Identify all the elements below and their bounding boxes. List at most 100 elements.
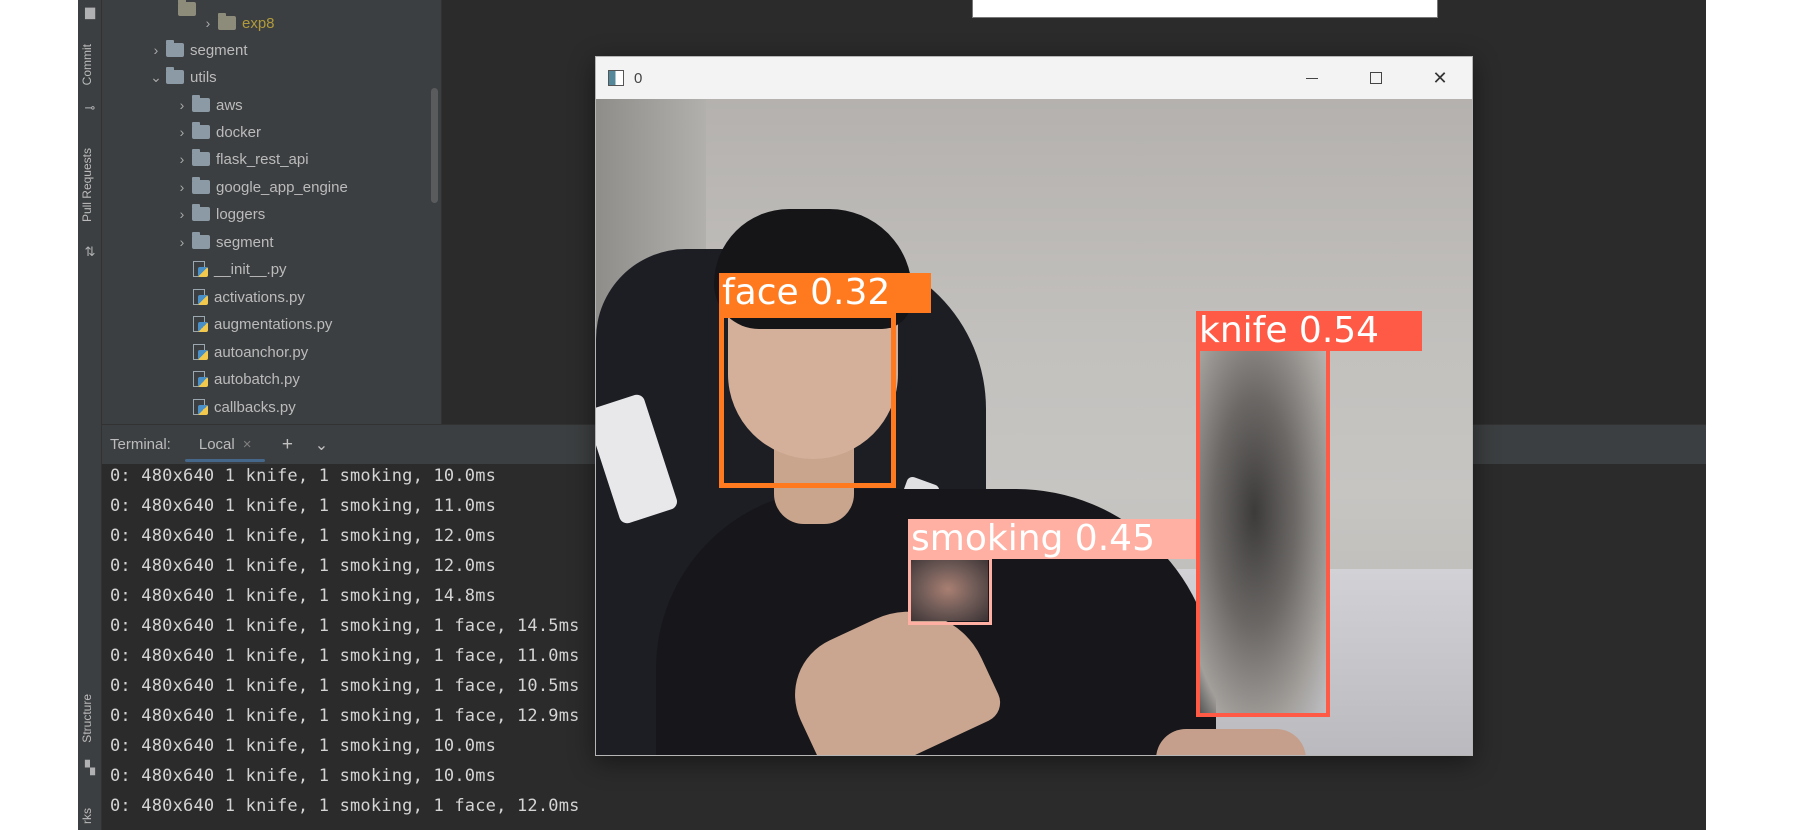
tree-item-activations-py[interactable]: activations.py xyxy=(192,284,305,310)
pull-request-icon[interactable]: ⇅ xyxy=(82,244,98,260)
window-title: 0 xyxy=(634,69,643,87)
commit-tool-tab[interactable]: Commit xyxy=(80,44,94,85)
python-file-icon xyxy=(192,260,208,278)
tree-item-segment-utils[interactable]: › segment xyxy=(172,229,274,255)
knife-detection-label: knife 0.54 xyxy=(1196,311,1422,351)
python-file-icon xyxy=(192,315,208,333)
chevron-down-icon[interactable]: ⌄ xyxy=(146,69,166,86)
folder-icon xyxy=(178,0,196,16)
bookmarks-tool-tab[interactable]: rks xyxy=(80,808,94,824)
opencv-window[interactable]: 0 ✕ face 0.32 knife 0.54 smoking 0.45 xyxy=(595,56,1473,756)
folder-icon xyxy=(192,177,210,194)
app-icon xyxy=(608,70,624,86)
folder-icon xyxy=(218,13,236,30)
window-titlebar[interactable]: 0 ✕ xyxy=(596,57,1472,99)
left-tool-strip: ▆ Commit ⊸ Pull Requests ⇅ Structure ▚ r… xyxy=(78,0,102,830)
tree-item-callbacks-py[interactable]: callbacks.py xyxy=(192,394,296,420)
tree-item-label: augmentations.py xyxy=(214,315,333,333)
tree-item-google-app-engine[interactable]: › google_app_engine xyxy=(172,174,348,200)
folder-icon xyxy=(192,149,210,166)
tree-item-exp8[interactable]: › exp8 xyxy=(198,10,275,36)
smoking-detection-box xyxy=(908,557,992,625)
tree-item-label: google_app_engine xyxy=(216,178,348,196)
tree-item-utils[interactable]: ⌄ utils xyxy=(146,64,217,90)
python-file-icon xyxy=(192,398,208,416)
chevron-down-icon[interactable]: ⌄ xyxy=(311,435,331,455)
tree-item-augmentations-py[interactable]: augmentations.py xyxy=(192,311,332,337)
terminal-line: 0: 480x640 1 knife, 1 smoking, 1 face, 1… xyxy=(110,616,580,636)
tree-item-autoanchor-py[interactable]: autoanchor.py xyxy=(192,339,308,365)
folder-icon xyxy=(192,95,210,112)
terminal-line: 0: 480x640 1 knife, 1 smoking, 14.8ms xyxy=(110,586,497,606)
tree-item-label: docker xyxy=(216,123,262,141)
chevron-right-icon[interactable]: › xyxy=(172,124,192,140)
camera-frame: face 0.32 knife 0.54 smoking 0.45 xyxy=(596,99,1472,755)
face-detection-label: face 0.32 xyxy=(719,273,931,313)
tree-item-label: autoanchor.py xyxy=(214,343,309,361)
tree-item-exp-partial[interactable] xyxy=(158,0,202,22)
python-file-icon xyxy=(192,343,208,361)
structure-icon[interactable]: ▚ xyxy=(82,760,98,776)
python-file-icon xyxy=(192,370,208,388)
minimize-button[interactable] xyxy=(1280,57,1344,99)
python-file-icon xyxy=(192,288,208,306)
close-icon[interactable]: × xyxy=(243,436,252,453)
terminal-line: 0: 480x640 1 knife, 1 smoking, 11.0ms xyxy=(110,496,497,516)
minimize-icon xyxy=(1306,77,1318,79)
terminal-line: 0: 480x640 1 knife, 1 smoking, 10.0ms xyxy=(110,466,497,486)
tree-item-label: autobatch.py xyxy=(214,370,300,388)
terminal-line: 0: 480x640 1 knife, 1 smoking, 1 face, 1… xyxy=(110,796,580,816)
tree-item-init-py[interactable]: __init__.py xyxy=(192,256,287,282)
smoking-detection-label: smoking 0.45 xyxy=(908,519,1196,559)
maximize-icon xyxy=(1370,72,1382,84)
terminal-title: Terminal: xyxy=(110,436,171,453)
tree-item-label: flask_rest_api xyxy=(216,150,309,168)
commit-icon[interactable]: ⊸ xyxy=(82,100,98,116)
terminal-line: 0: 480x640 1 knife, 1 smoking, 10.0ms xyxy=(110,736,497,756)
terminal-line: 0: 480x640 1 knife, 1 smoking, 12.0ms xyxy=(110,556,497,576)
terminal-tab-label: Local xyxy=(198,436,235,453)
chevron-right-icon[interactable]: › xyxy=(172,234,192,250)
tree-item-label: callbacks.py xyxy=(214,398,296,416)
pull-requests-tool-tab[interactable]: Pull Requests xyxy=(80,148,94,222)
close-icon: ✕ xyxy=(1432,67,1448,88)
folder-icon xyxy=(192,204,210,221)
folder-icon xyxy=(192,122,210,139)
folder-icon xyxy=(192,232,210,249)
terminal-line: 0: 480x640 1 knife, 1 smoking, 1 face, 1… xyxy=(110,646,580,666)
partial-white-panel xyxy=(972,0,1438,18)
terminal-line: 0: 480x640 1 knife, 1 smoking, 1 face, 1… xyxy=(110,706,580,726)
project-tree-scrollbar[interactable] xyxy=(431,88,438,203)
project-folder-icon[interactable]: ▆ xyxy=(82,4,98,20)
tree-item-label: loggers xyxy=(216,205,266,223)
terminal-line: 0: 480x640 1 knife, 1 smoking, 10.0ms xyxy=(110,766,497,786)
tree-item-label: activations.py xyxy=(214,288,305,306)
tree-item-label: aws xyxy=(216,96,243,114)
chevron-right-icon[interactable]: › xyxy=(172,206,192,222)
face-detection-box xyxy=(719,313,896,488)
tree-item-docker[interactable]: › docker xyxy=(172,119,261,145)
tree-item-flask-rest-api[interactable]: › flask_rest_api xyxy=(172,146,309,172)
tree-item-aws[interactable]: › aws xyxy=(172,92,243,118)
chevron-right-icon[interactable]: › xyxy=(172,179,192,195)
terminal-line: 0: 480x640 1 knife, 1 smoking, 1 face, 1… xyxy=(110,676,580,696)
chevron-right-icon[interactable]: › xyxy=(198,15,218,31)
close-button[interactable]: ✕ xyxy=(1408,57,1472,99)
tree-item-loggers[interactable]: › loggers xyxy=(172,201,265,227)
chevron-right-icon[interactable]: › xyxy=(146,42,166,58)
tree-item-segment[interactable]: › segment xyxy=(146,37,248,63)
chevron-right-icon[interactable]: › xyxy=(172,151,192,167)
tree-item-label: utils xyxy=(190,68,217,86)
structure-tool-tab[interactable]: Structure xyxy=(80,694,94,743)
tree-item-label: segment xyxy=(216,233,274,251)
project-tree-panel: › exp8 › segment ⌄ utils › aws › docker … xyxy=(102,0,442,424)
chevron-right-icon[interactable]: › xyxy=(172,97,192,113)
terminal-tab-local[interactable]: Local × xyxy=(184,425,266,465)
tree-item-autobatch-py[interactable]: autobatch.py xyxy=(192,366,300,392)
maximize-button[interactable] xyxy=(1344,57,1408,99)
new-terminal-button[interactable]: + xyxy=(277,434,297,456)
folder-icon xyxy=(166,40,184,57)
tree-item-label: exp8 xyxy=(242,14,275,32)
tree-item-label: segment xyxy=(190,41,248,59)
tree-item-label: __init__.py xyxy=(214,260,287,278)
